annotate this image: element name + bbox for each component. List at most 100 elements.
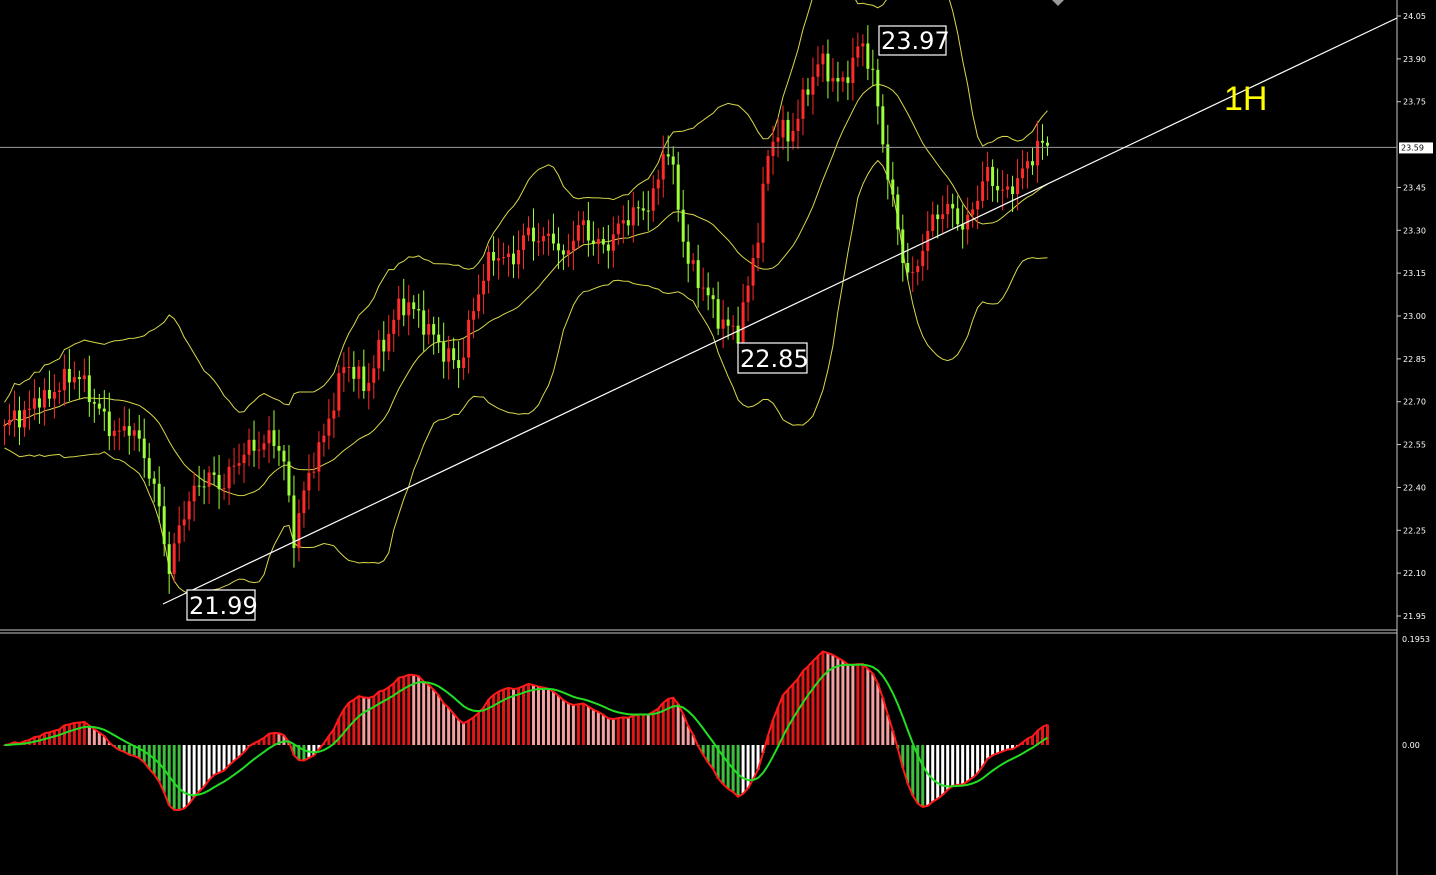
candle-body bbox=[711, 295, 715, 300]
macd-bar bbox=[82, 721, 86, 745]
candle-body bbox=[941, 214, 945, 220]
macd-bar bbox=[222, 745, 226, 771]
candle-body bbox=[302, 490, 306, 514]
candle-body bbox=[761, 183, 765, 243]
macd-bar bbox=[951, 745, 955, 786]
macd-bar bbox=[631, 715, 635, 745]
candle-body bbox=[716, 299, 720, 329]
candle-body bbox=[906, 263, 910, 273]
macd-bar bbox=[342, 709, 346, 745]
candle-body bbox=[886, 144, 890, 180]
candle-body bbox=[297, 513, 301, 549]
candle-body bbox=[137, 430, 141, 439]
macd-bar bbox=[172, 745, 176, 810]
candle-body bbox=[671, 156, 675, 165]
macd-bar bbox=[851, 664, 855, 745]
candle-body bbox=[287, 461, 291, 496]
candle-body bbox=[726, 319, 730, 326]
candle-body bbox=[2, 425, 6, 427]
macd-zero-tick: 0.00 bbox=[1402, 741, 1420, 750]
macd-bar bbox=[526, 683, 530, 745]
candle-body bbox=[12, 410, 16, 421]
candle-body bbox=[317, 442, 321, 472]
candle-body bbox=[217, 474, 221, 490]
macd-bar bbox=[976, 745, 980, 774]
candle-body bbox=[162, 506, 166, 545]
candle-body bbox=[492, 252, 496, 261]
candle-body bbox=[756, 242, 760, 259]
chart-background bbox=[0, 0, 1436, 875]
macd-bar bbox=[621, 717, 625, 745]
price-tick-label: 22.70 bbox=[1403, 398, 1426, 407]
price-tick-label: 22.10 bbox=[1403, 569, 1426, 578]
macd-top-tick: 0.1953 bbox=[1402, 635, 1430, 644]
candle-body bbox=[467, 319, 471, 358]
macd-bar bbox=[566, 703, 570, 745]
macd-bar bbox=[726, 745, 730, 789]
candle-body bbox=[851, 57, 855, 83]
candle-body bbox=[362, 366, 366, 391]
candle-body bbox=[826, 53, 830, 82]
macd-bar bbox=[661, 702, 665, 745]
candle-body bbox=[152, 478, 156, 484]
candle-body bbox=[247, 439, 251, 455]
candle-body bbox=[666, 154, 670, 157]
candle-body bbox=[971, 209, 975, 215]
macd-bar bbox=[836, 657, 840, 745]
candle-body bbox=[661, 154, 665, 180]
macd-bar bbox=[791, 684, 795, 745]
candle-body bbox=[382, 339, 386, 352]
macd-bar bbox=[177, 745, 181, 811]
candle-body bbox=[801, 89, 805, 119]
candle-body bbox=[1031, 161, 1035, 166]
candle-body bbox=[586, 220, 590, 241]
candle-body bbox=[202, 486, 206, 488]
macd-bar bbox=[217, 745, 221, 773]
candle-body bbox=[222, 488, 226, 490]
macd-bar bbox=[666, 698, 670, 745]
candle-body bbox=[312, 471, 316, 473]
candle-body bbox=[157, 483, 161, 507]
macd-bar bbox=[821, 651, 825, 745]
macd-bar bbox=[601, 714, 605, 745]
candle-body bbox=[571, 240, 575, 251]
candle-body bbox=[796, 118, 800, 131]
candle-body bbox=[936, 214, 940, 220]
candle-body bbox=[427, 324, 431, 335]
candle-body bbox=[117, 430, 121, 432]
candle-body bbox=[1016, 178, 1020, 194]
candle-body bbox=[77, 377, 81, 380]
price-chart[interactable]: 24.05 23.90 23.75 23.45 23.30 23.15 23.00 22.85… bbox=[0, 0, 1436, 875]
candle-body bbox=[956, 208, 960, 225]
candle-body bbox=[701, 287, 705, 289]
macd-bar bbox=[447, 707, 451, 745]
candle-body bbox=[487, 252, 491, 281]
candle-body bbox=[696, 260, 700, 288]
macd-bar bbox=[57, 729, 61, 745]
candle-body bbox=[846, 77, 850, 83]
candle-body bbox=[561, 250, 565, 255]
candle-body bbox=[551, 233, 555, 244]
candle-body bbox=[422, 310, 426, 335]
macd-bar bbox=[472, 717, 476, 745]
macd-bar bbox=[142, 745, 146, 763]
candle-body bbox=[691, 260, 695, 264]
macd-bar bbox=[482, 707, 486, 745]
macd-bar bbox=[641, 714, 645, 745]
macd-bar bbox=[541, 687, 545, 745]
price-tick-label: 22.25 bbox=[1403, 526, 1426, 535]
candle-body bbox=[107, 411, 111, 437]
macd-bar bbox=[946, 745, 950, 790]
candle-body bbox=[996, 185, 1000, 191]
macd-bar bbox=[197, 745, 201, 792]
macd-bar bbox=[961, 745, 965, 785]
candle-body bbox=[97, 403, 101, 409]
macd-bar bbox=[676, 704, 680, 745]
candle-body bbox=[367, 382, 371, 391]
candle-body bbox=[52, 391, 56, 399]
candle-body bbox=[412, 302, 416, 310]
candle-body bbox=[1001, 189, 1005, 191]
macd-bar bbox=[467, 720, 471, 745]
macd-bar bbox=[422, 681, 426, 745]
macd-bar bbox=[92, 729, 96, 745]
